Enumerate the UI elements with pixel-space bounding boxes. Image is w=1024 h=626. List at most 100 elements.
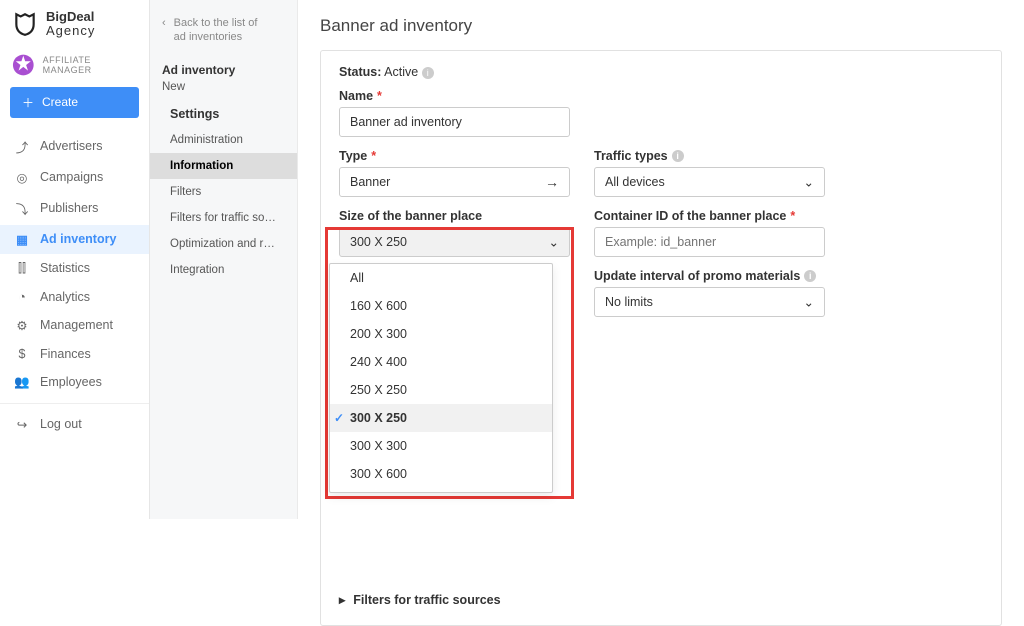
subnav-group: Ad inventory: [150, 57, 297, 79]
info-icon[interactable]: i: [804, 270, 816, 282]
update-value: No limits: [605, 295, 653, 309]
nav-label: Publishers: [40, 201, 98, 215]
required-icon: *: [371, 149, 376, 163]
nav-ad-inventory[interactable]: ▦Ad inventory: [0, 225, 149, 254]
update-label-text: Update interval of promo materials: [594, 269, 800, 283]
nav-label: Employees: [40, 375, 102, 389]
back-line2: ad inventories: [174, 31, 243, 43]
settings-panel: Status: Active i Name* Type * Banner → Tr…: [320, 50, 1002, 626]
size-option-label: 200 X 300: [350, 327, 407, 341]
subnav-sub: New: [150, 79, 297, 101]
settings-administration[interactable]: Administration: [150, 127, 297, 153]
size-option[interactable]: 250 X 250: [330, 376, 552, 404]
size-option-label: 160 X 600: [350, 299, 407, 313]
nav-management[interactable]: ⚙ Management: [0, 311, 149, 340]
people-icon: 👥: [14, 375, 30, 390]
size-option[interactable]: 300 X 300: [330, 432, 552, 460]
pie-icon: ◔: [14, 290, 30, 304]
nav-advertisers[interactable]: ⤴ Advertisers: [0, 130, 149, 163]
chevron-down-icon: ⌄: [549, 235, 559, 250]
size-dropdown: All160 X 600200 X 300240 X 400250 X 250✓…: [329, 263, 553, 493]
nav-statistics[interactable]: ⫿⫿Statistics: [0, 254, 149, 283]
nav-logout[interactable]: ↪ Log out: [0, 410, 149, 439]
nav-label: Finances: [40, 347, 91, 361]
update-select[interactable]: No limits ⌄: [594, 287, 825, 317]
nav-label: Management: [40, 318, 113, 332]
back-line1: Back to the list of: [174, 17, 258, 29]
size-option-label: 300 X 600: [350, 467, 407, 481]
size-option-label: 300 X 300: [350, 439, 407, 453]
grid-icon: ▦: [14, 232, 30, 247]
update-label: Update interval of promo materials i: [594, 269, 825, 283]
info-icon[interactable]: i: [422, 67, 434, 79]
nav-campaigns[interactable]: ◎ Campaigns: [0, 163, 149, 192]
settings-list: Administration Information Filters Filte…: [150, 127, 297, 283]
size-option[interactable]: 300 X 600: [330, 460, 552, 488]
type-label-text: Type: [339, 149, 367, 163]
size-option[interactable]: ✓300 X 250: [330, 404, 552, 432]
type-select[interactable]: Banner →: [339, 167, 570, 197]
nav-employees[interactable]: 👥 Employees: [0, 368, 149, 397]
status-label: Status:: [339, 65, 381, 79]
back-link[interactable]: ‹ Back to the list of ad inventories: [150, 10, 297, 57]
container-label: Container ID of the banner place*: [594, 209, 825, 223]
main-content: Banner ad inventory Status: Active i Nam…: [298, 0, 1024, 519]
upload-icon: ⤴: [14, 137, 30, 156]
logo-icon: [12, 11, 38, 37]
traffic-label-text: Traffic types: [594, 149, 668, 163]
download-icon: ⤵: [14, 199, 30, 218]
brand-line1: BigDeal: [46, 10, 95, 24]
traffic-select[interactable]: All devices ⌄: [594, 167, 825, 197]
size-option[interactable]: All: [330, 264, 552, 292]
status-value: Active: [384, 65, 418, 79]
type-value: Banner: [350, 175, 390, 189]
filters-section-header[interactable]: ▸ Filters for traffic sources: [339, 592, 983, 607]
name-label-text: Name: [339, 89, 373, 103]
settings-information[interactable]: Information: [150, 153, 297, 179]
create-button[interactable]: ＋ Create: [10, 87, 139, 118]
size-label: Size of the banner place: [339, 209, 570, 223]
nav-publishers[interactable]: ⤵ Publishers: [0, 192, 149, 225]
brand-logo: BigDeal Agency: [0, 0, 149, 49]
nav-analytics[interactable]: ◔ Analytics: [0, 283, 149, 311]
settings-filters-traffic[interactable]: Filters for traffic sour...: [150, 205, 297, 231]
name-input[interactable]: [339, 107, 570, 137]
settings-filters[interactable]: Filters: [150, 179, 297, 205]
chevron-left-icon: ‹: [162, 16, 166, 45]
size-option[interactable]: 240 X 400: [330, 348, 552, 376]
plus-icon: ＋: [22, 94, 34, 111]
size-select[interactable]: 300 X 250 ⌄: [339, 227, 570, 257]
settings-integration[interactable]: Integration: [150, 257, 297, 283]
settings-section-title: Settings: [150, 101, 297, 127]
nav-label: Analytics: [40, 290, 90, 304]
dollar-icon: $: [14, 347, 30, 361]
size-option[interactable]: 320 X 100: [330, 488, 552, 492]
size-option-list[interactable]: All160 X 600200 X 300240 X 400250 X 250✓…: [330, 264, 552, 492]
nav-separator: [0, 403, 149, 404]
nav-label: Advertisers: [40, 139, 103, 153]
target-icon: ◎: [14, 170, 30, 185]
size-option[interactable]: 160 X 600: [330, 292, 552, 320]
logout-icon: ↪: [14, 417, 30, 432]
size-value: 300 X 250: [350, 235, 407, 249]
caret-right-icon: ▸: [339, 592, 345, 607]
container-input[interactable]: [594, 227, 825, 257]
chevron-down-icon: ⌄: [804, 295, 814, 310]
arrow-right-icon: →: [545, 174, 559, 190]
type-label: Type *: [339, 149, 570, 163]
traffic-label: Traffic types i: [594, 149, 825, 163]
nav-label: Statistics: [40, 261, 90, 275]
create-label: Create: [42, 95, 78, 109]
size-option[interactable]: 200 X 300: [330, 320, 552, 348]
nav-finances[interactable]: $ Finances: [0, 340, 149, 368]
gear-icon: ⚙: [14, 318, 30, 333]
info-icon[interactable]: i: [672, 150, 684, 162]
nav-label: Campaigns: [40, 170, 103, 184]
name-label: Name*: [339, 89, 983, 103]
settings-optimization[interactable]: Optimization and rules: [150, 231, 297, 257]
brand-line2: Agency: [46, 24, 95, 38]
check-icon: ✓: [334, 411, 344, 425]
nav-label: Log out: [40, 417, 82, 431]
secondary-sidebar: ‹ Back to the list of ad inventories Ad …: [150, 0, 298, 519]
size-option-label: 240 X 400: [350, 355, 407, 369]
